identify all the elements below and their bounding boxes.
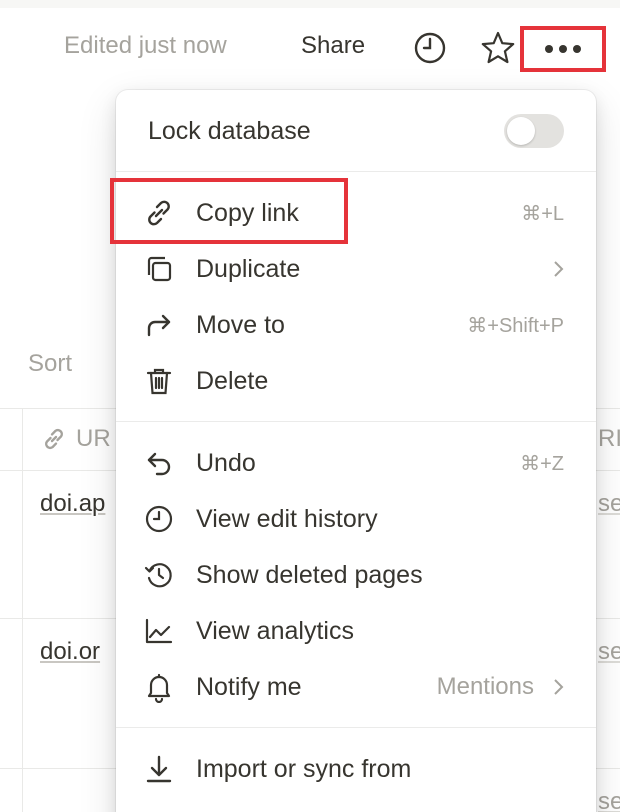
move-arrow-icon: [142, 308, 176, 342]
import-sync-label: Import or sync from: [196, 754, 412, 783]
duplicate-label: Duplicate: [196, 254, 301, 283]
notify-me-label: Notify me: [196, 672, 302, 701]
topbar: Edited just now Share: [0, 20, 620, 76]
table-cell-right[interactable]: se: [598, 788, 620, 812]
table-cell-right[interactable]: se: [598, 490, 620, 518]
notify-me-value: Mentions: [436, 673, 534, 700]
show-deleted-pages-label: Show deleted pages: [196, 560, 423, 589]
star-icon[interactable]: [478, 28, 518, 68]
link-icon: [142, 196, 176, 230]
lock-database-item[interactable]: Lock database: [116, 105, 596, 157]
menu-divider: [116, 421, 596, 422]
undo-icon: [142, 446, 176, 480]
delete-label: Delete: [196, 366, 269, 395]
view-edit-history-label: View edit history: [196, 504, 378, 533]
page-icon: [142, 808, 176, 812]
duplicate-item[interactable]: Duplicate: [116, 243, 596, 295]
chevron-right-icon: [552, 261, 566, 277]
notify-me-item[interactable]: Notify me Mentions: [116, 661, 596, 713]
analytics-icon: [142, 614, 176, 648]
more-dots-icon: [545, 45, 581, 53]
import-icon: [142, 752, 176, 786]
bell-icon: [142, 670, 176, 704]
menu-divider: [116, 171, 596, 172]
lock-database-toggle[interactable]: [504, 114, 564, 148]
table-cell-right[interactable]: se: [598, 638, 620, 666]
chevron-right-icon: [552, 679, 566, 695]
move-to-item[interactable]: Move to ⌘+Shift+P: [116, 299, 596, 351]
link-icon: [45, 428, 63, 450]
column-header-url[interactable]: UR: [40, 425, 111, 453]
edited-status: Edited just now: [64, 32, 227, 59]
view-analytics-label: View analytics: [196, 616, 354, 645]
lock-database-label: Lock database: [148, 116, 311, 145]
menu-divider: [116, 727, 596, 728]
move-to-shortcut: ⌘+Shift+P: [467, 314, 564, 337]
clock-icon: [142, 502, 176, 536]
top-strip: [0, 0, 620, 8]
column-header-label: UR: [76, 425, 111, 452]
column-header-right[interactable]: RI: [598, 425, 620, 453]
delete-item[interactable]: Delete: [116, 355, 596, 407]
history-restore-icon: [142, 558, 176, 592]
page-options-menu: Lock database Copy link ⌘+L Duplicate Mo…: [116, 90, 596, 812]
more-options-button[interactable]: [520, 26, 606, 72]
copy-link-label: Copy link: [196, 198, 299, 227]
table-cell-url[interactable]: doi.or: [40, 638, 100, 666]
clock-icon[interactable]: [410, 28, 450, 68]
next-menu-item-partial[interactable]: [116, 799, 596, 812]
undo-item[interactable]: Undo ⌘+Z: [116, 437, 596, 489]
share-button[interactable]: Share: [301, 32, 365, 60]
sort-button[interactable]: Sort: [28, 350, 72, 378]
toggle-knob: [507, 117, 535, 145]
view-edit-history-item[interactable]: View edit history: [116, 493, 596, 545]
move-to-label: Move to: [196, 310, 285, 339]
column-divider: [22, 408, 23, 812]
trash-icon: [142, 364, 176, 398]
table-cell-url[interactable]: doi.ap: [40, 490, 105, 518]
show-deleted-pages-item[interactable]: Show deleted pages: [116, 549, 596, 601]
copy-link-item[interactable]: Copy link ⌘+L: [116, 187, 596, 239]
duplicate-icon: [142, 252, 176, 286]
undo-shortcut: ⌘+Z: [520, 452, 564, 475]
undo-label: Undo: [196, 448, 256, 477]
view-analytics-item[interactable]: View analytics: [116, 605, 596, 657]
screen: Edited just now Share Sort UR RI doi.ap …: [0, 0, 620, 812]
copy-link-shortcut: ⌘+L: [521, 202, 564, 225]
import-sync-item[interactable]: Import or sync from: [116, 743, 596, 795]
